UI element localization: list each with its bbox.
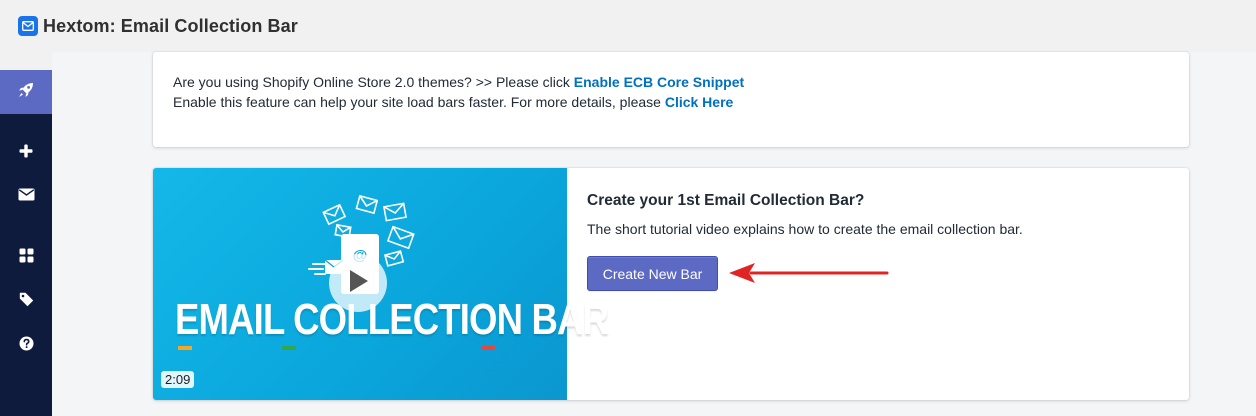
video-title: EMAIL COLLECTION BAR xyxy=(175,295,609,344)
sidebar xyxy=(0,70,52,416)
help-icon xyxy=(19,336,34,356)
notice-line-1-text: Are you using Shopify Online Store 2.0 t… xyxy=(173,74,574,90)
tutorial-heading: Create your 1st Email Collection Bar? xyxy=(587,192,865,209)
plus-icon xyxy=(19,144,33,163)
create-new-bar-button[interactable]: Create New Bar xyxy=(587,256,718,291)
notice-line-1: Are you using Shopify Online Store 2.0 t… xyxy=(173,72,1169,92)
play-icon xyxy=(347,269,369,298)
grid-icon xyxy=(19,248,34,268)
tag-icon xyxy=(19,292,34,312)
sidebar-item-dashboard[interactable] xyxy=(0,70,52,114)
sidebar-item-add[interactable] xyxy=(0,131,52,175)
sidebar-item-tags[interactable] xyxy=(0,280,52,324)
app-header: Hextom: Email Collection Bar xyxy=(0,0,1256,52)
theme-notice-card: Are you using Shopify Online Store 2.0 t… xyxy=(153,52,1189,147)
app-title: Hextom: Email Collection Bar xyxy=(43,15,298,36)
envelope-icon xyxy=(18,188,35,206)
main-content: Are you using Shopify Online Store 2.0 t… xyxy=(52,52,1256,416)
email-icon xyxy=(18,16,38,36)
tutorial-info: Create your 1st Email Collection Bar? Th… xyxy=(587,168,1167,400)
sidebar-item-templates[interactable] xyxy=(0,236,52,280)
tutorial-video-thumbnail[interactable]: @ EMAIL COLLECTION BAR 2 xyxy=(153,168,609,400)
tutorial-description: The short tutorial video explains how to… xyxy=(587,221,1023,237)
notice-line-2-text: Enable this feature can help your site l… xyxy=(173,94,665,110)
rocket-icon xyxy=(17,81,35,104)
tutorial-card: @ EMAIL COLLECTION BAR 2 xyxy=(153,168,1189,400)
sidebar-item-email[interactable] xyxy=(0,175,52,219)
sidebar-item-help[interactable] xyxy=(0,324,52,368)
enable-ecb-core-snippet-link[interactable]: Enable ECB Core Snippet xyxy=(574,74,744,90)
play-button[interactable] xyxy=(329,254,387,312)
video-duration: 2:09 xyxy=(161,371,195,388)
notice-line-2: Enable this feature can help your site l… xyxy=(173,92,1169,112)
click-here-link[interactable]: Click Here xyxy=(665,94,733,110)
arrow-left-icon xyxy=(727,260,891,291)
